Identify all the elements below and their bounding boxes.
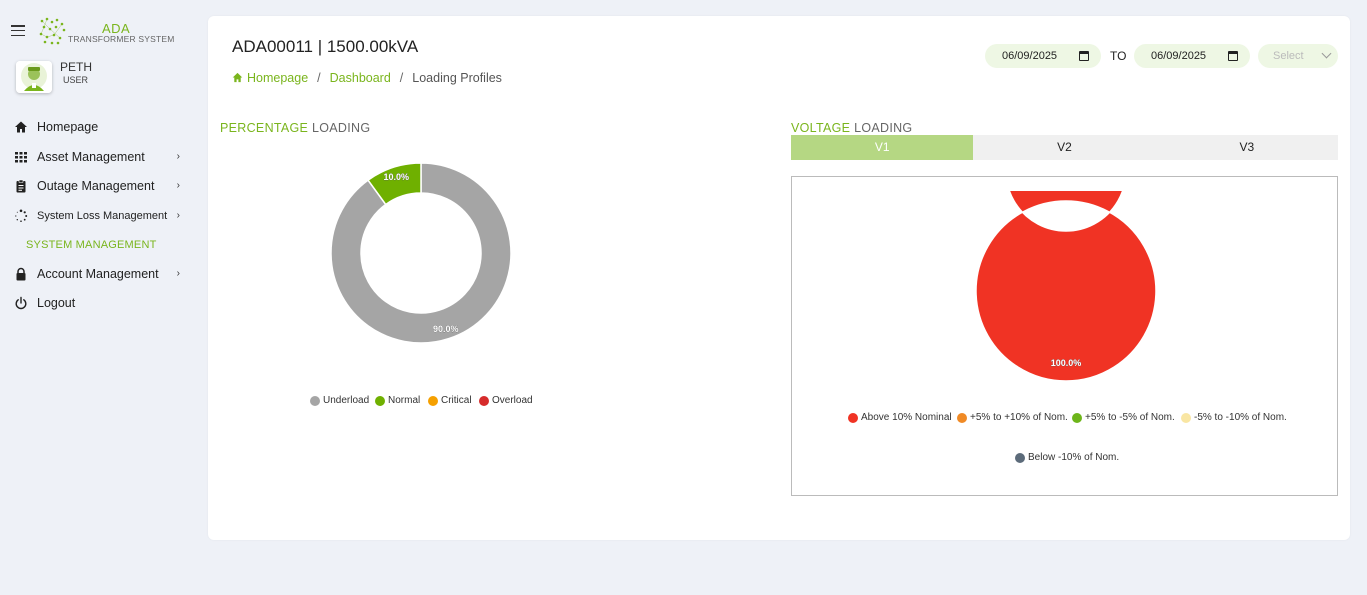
sidebar-item-label: Asset Management: [37, 150, 145, 164]
legend-label: Below -10% of Nom.: [1028, 452, 1120, 463]
section-title-rest: LOADING: [311, 121, 371, 135]
user-role: USER: [63, 75, 89, 85]
chevron-right-icon: ›: [176, 268, 180, 279]
menu-toggle-icon[interactable]: [11, 25, 25, 37]
sidebar-item-label: Account Management: [37, 267, 159, 281]
power-icon: [15, 296, 27, 310]
legend-marker-icon: [848, 412, 858, 423]
legend-item-below-10-of-nom[interactable]: Below -10% of Nom.: [1015, 452, 1119, 463]
legend-item-5-to-10-of-nom[interactable]: +5% to +10% of Nom.: [957, 412, 1068, 423]
section-title-highlight: PERCENTAGE: [220, 121, 309, 135]
breadcrumb-separator: /: [399, 71, 404, 85]
date-from-input[interactable]: 06/09/2025: [985, 44, 1101, 68]
breadcrumb-current: Loading Profiles: [412, 71, 502, 85]
logo-subtitle: TRANSFORMER SYSTEM: [68, 34, 175, 44]
page-title: ADA00011 | 1500.00kVA: [232, 37, 419, 56]
sidebar-item-logout[interactable]: Logout: [14, 293, 184, 313]
sidebar-item-label: Logout: [37, 296, 76, 310]
donut-data-label: 90.0%: [433, 324, 459, 334]
donut-data-label: 10.0%: [384, 172, 410, 182]
legend-item-5-to-5-of-nom[interactable]: +5% to -5% of Nom.: [1072, 412, 1175, 423]
filter-select[interactable]: Select: [1258, 44, 1338, 68]
legend-label: -5% to -10% of Nom.: [1194, 412, 1287, 423]
calendar-icon[interactable]: [1079, 51, 1089, 61]
sidebar: ADA TRANSFORMER SYSTEM PETH USER Homepag…: [0, 0, 200, 595]
chevron-right-icon: ›: [176, 180, 180, 191]
percentage-loading-title: PERCENTAGE LOADING: [220, 121, 370, 135]
date-to-input[interactable]: 06/09/2025: [1134, 44, 1250, 68]
date-range-to-label: TO: [1110, 49, 1127, 63]
home-icon: [232, 72, 243, 83]
sidebar-item-outage-management[interactable]: Outage Management ›: [14, 176, 184, 196]
legend-label: +5% to +10% of Nom.: [970, 412, 1068, 423]
voltage-loading-donut-chart: 100.0%: [975, 191, 1157, 382]
chevron-right-icon: ›: [176, 210, 180, 221]
legend-item-above-10-nominal[interactable]: Above 10% Nominal: [848, 412, 952, 423]
sidebar-item-homepage[interactable]: Homepage: [14, 117, 184, 137]
calendar-icon[interactable]: [1228, 51, 1238, 61]
tab-v1[interactable]: V1: [791, 135, 974, 160]
legend-marker-icon: [479, 395, 489, 406]
legend-label: Underload: [323, 395, 370, 406]
legend-item-overload[interactable]: Overload: [479, 395, 533, 406]
select-placeholder: Select: [1273, 50, 1304, 62]
section-title-rest: LOADING: [854, 121, 913, 135]
legend-item-critical[interactable]: Critical: [428, 395, 472, 406]
legend-marker-icon: [957, 412, 967, 423]
breadcrumb-dashboard-link[interactable]: Dashboard: [330, 71, 391, 85]
breadcrumb-home-link[interactable]: Homepage: [232, 71, 308, 85]
sidebar-item-label: System Loss Management: [37, 210, 168, 222]
percentage-loading-donut-chart: 90.0% 10.0%: [330, 162, 512, 344]
breadcrumb-separator: /: [317, 71, 321, 85]
legend-marker-icon: [310, 395, 320, 406]
app-logo[interactable]: ADA TRANSFORMER SYSTEM: [38, 17, 178, 47]
legend-marker-icon: [1015, 452, 1025, 463]
chevron-down-icon: [1321, 48, 1332, 59]
sidebar-item-account-management[interactable]: Account Management ›: [14, 264, 184, 284]
date-from-value: 06/09/2025: [1002, 50, 1058, 62]
sidebar-item-system-loss-management[interactable]: System Loss Management ›: [14, 206, 184, 226]
main-card: ADA00011 | 1500.00kVA Homepage / Dashboa…: [208, 16, 1350, 540]
section-label-system-management: SYSTEM MANAGEMENT: [26, 239, 157, 251]
logo-mark-icon: [39, 17, 66, 45]
sidebar-item-asset-management[interactable]: Asset Management ›: [14, 147, 184, 167]
legend-label: Above 10% Nominal: [861, 412, 952, 423]
legend-item-normal[interactable]: Normal: [375, 395, 420, 406]
spinner-icon: [15, 209, 28, 222]
tab-v3[interactable]: V3: [1156, 135, 1338, 160]
breadcrumb-home-label: Homepage: [247, 71, 309, 85]
tab-v2[interactable]: V2: [973, 135, 1155, 160]
user-avatar-icon: [16, 61, 52, 93]
legend-item-underload[interactable]: Underload: [310, 395, 369, 406]
avatar[interactable]: [16, 61, 52, 93]
legend-label: Overload: [492, 395, 533, 406]
user-name: PETH: [60, 60, 93, 74]
legend-marker-icon: [428, 395, 438, 406]
legend-label: +5% to -5% of Nom.: [1085, 412, 1175, 423]
legend-label: Critical: [441, 395, 472, 406]
breadcrumb: Homepage / Dashboard / Loading Profiles: [232, 71, 502, 85]
clipboard-icon: [16, 179, 26, 193]
chevron-right-icon: ›: [176, 151, 180, 162]
donut-data-label: 100.0%: [1051, 358, 1082, 368]
legend-marker-icon: [1072, 412, 1082, 423]
voltage-loading-title: VOLTAGE LOADING: [791, 121, 912, 135]
legend-label: Normal: [388, 395, 421, 406]
legend-item-5-to-10-of-nom[interactable]: -5% to -10% of Nom.: [1181, 412, 1287, 423]
grid-icon: [15, 152, 27, 163]
section-title-highlight: VOLTAGE: [791, 121, 851, 135]
sidebar-item-label: Outage Management: [37, 179, 155, 193]
sidebar-item-label: Homepage: [37, 120, 99, 134]
legend-marker-icon: [375, 395, 385, 406]
home-icon: [15, 121, 27, 133]
date-to-value: 06/09/2025: [1151, 50, 1207, 62]
lock-icon: [16, 267, 26, 281]
legend-marker-icon: [1181, 412, 1191, 423]
voltage-phase-tabs: V1 V2 V3: [791, 135, 1338, 160]
